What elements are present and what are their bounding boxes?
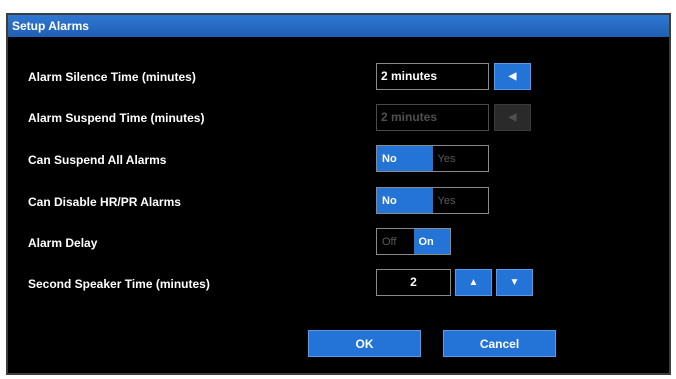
can-suspend-all-alarms-label: Can Suspend All Alarms bbox=[28, 153, 167, 167]
second-speaker-time-label: Second Speaker Time (minutes) bbox=[28, 277, 210, 291]
alarm-delay-on-option[interactable]: On bbox=[413, 229, 450, 254]
alarm-silence-time-field[interactable]: 2 minutes bbox=[376, 63, 489, 90]
triangle-left-icon: ◀ bbox=[508, 70, 517, 82]
setup-alarms-dialog: Setup Alarms Alarm Silence Time (minutes… bbox=[6, 13, 671, 375]
cancel-button[interactable]: Cancel bbox=[443, 330, 556, 357]
alarm-suspend-time-value: 2 minutes bbox=[381, 110, 438, 124]
second-speaker-down-button[interactable]: ▼ bbox=[496, 269, 533, 296]
alarm-delay-off-option[interactable]: Off bbox=[377, 229, 414, 254]
second-speaker-time-field[interactable]: 2 bbox=[376, 269, 451, 296]
can-disable-hrpr-alarms-toggle: No Yes bbox=[376, 187, 489, 214]
alarm-suspend-time-label: Alarm Suspend Time (minutes) bbox=[28, 111, 205, 125]
alarm-suspend-time-button: ◀ bbox=[494, 104, 531, 131]
alarm-silence-time-button[interactable]: ◀ bbox=[494, 63, 531, 90]
triangle-down-icon: ▼ bbox=[509, 276, 520, 288]
dialog-title: Setup Alarms bbox=[8, 15, 669, 37]
ok-button[interactable]: OK bbox=[308, 330, 421, 357]
alarm-delay-toggle: Off On bbox=[376, 228, 451, 255]
can-suspend-all-alarms-toggle: No Yes bbox=[376, 145, 489, 172]
can-disable-hrpr-no-option[interactable]: No bbox=[377, 188, 433, 213]
can-suspend-all-yes-option[interactable]: Yes bbox=[433, 146, 489, 171]
triangle-left-icon: ◀ bbox=[508, 111, 517, 123]
can-suspend-all-no-option[interactable]: No bbox=[377, 146, 433, 171]
triangle-up-icon: ▲ bbox=[468, 276, 479, 288]
can-disable-hrpr-yes-option[interactable]: Yes bbox=[433, 188, 489, 213]
alarm-suspend-time-field: 2 minutes bbox=[376, 104, 489, 131]
alarm-silence-time-label: Alarm Silence Time (minutes) bbox=[28, 70, 196, 84]
can-disable-hrpr-alarms-label: Can Disable HR/PR Alarms bbox=[28, 195, 181, 209]
alarm-delay-label: Alarm Delay bbox=[28, 236, 98, 250]
alarm-silence-time-value: 2 minutes bbox=[381, 69, 438, 83]
second-speaker-up-button[interactable]: ▲ bbox=[455, 269, 492, 296]
second-speaker-time-value: 2 bbox=[410, 275, 417, 289]
